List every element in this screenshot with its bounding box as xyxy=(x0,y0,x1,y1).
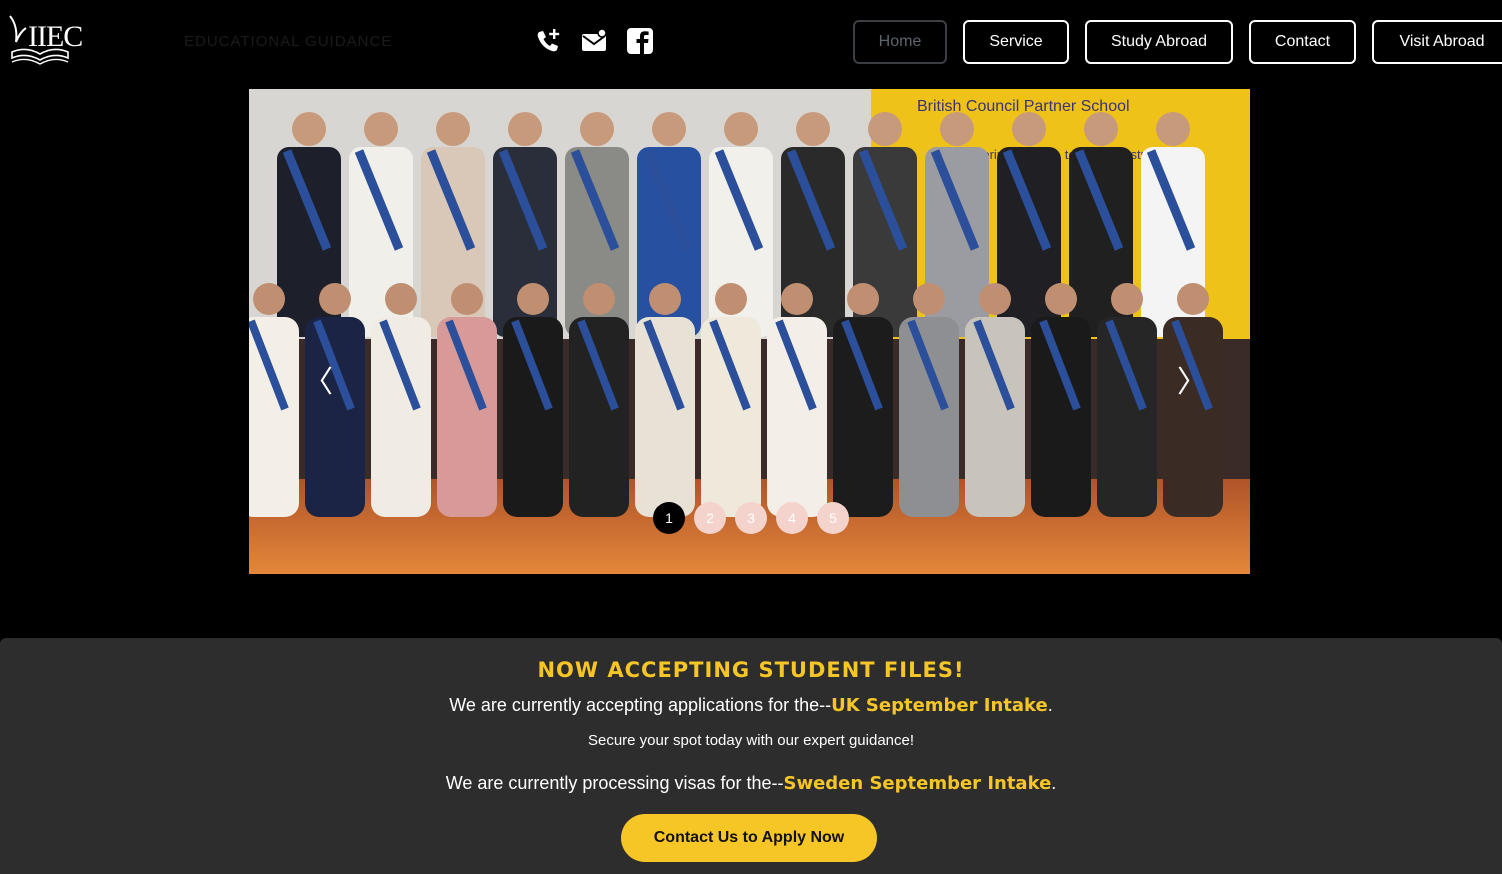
slider-dot-4[interactable]: 4 xyxy=(776,502,808,534)
slider-dot-1[interactable]: 1 xyxy=(653,502,685,534)
contact-icons xyxy=(534,27,654,55)
notice-sweden-intake-highlight: Sweden September Intake xyxy=(783,773,1052,794)
notice-line-uk-prefix: We are currently accepting applications … xyxy=(449,695,832,715)
slider-next-arrow-icon[interactable]: 〉 xyxy=(1177,357,1207,401)
site-tagline: EDUCATIONAL GUIDANCE xyxy=(184,33,393,50)
facebook-icon[interactable] xyxy=(626,27,654,55)
nav-contact-button[interactable]: Contact xyxy=(1249,20,1356,64)
notice-line-sweden-suffix: . xyxy=(1051,773,1057,793)
hero-slider[interactable]: British Council Partner School Empowerin… xyxy=(249,89,1250,574)
phone-plus-icon[interactable] xyxy=(534,27,562,55)
nav-home-button[interactable]: Home xyxy=(853,20,947,64)
intake-notice-panel: NOW ACCEPTING STUDENT FILES! We are curr… xyxy=(0,638,1502,874)
contact-apply-button[interactable]: Contact Us to Apply Now xyxy=(621,814,877,862)
slider-dot-2[interactable]: 2 xyxy=(694,502,726,534)
mail-icon[interactable] xyxy=(580,27,608,55)
notice-title: NOW ACCEPTING STUDENT FILES! xyxy=(537,658,965,682)
slider-dots: 1 2 3 4 5 xyxy=(653,502,849,534)
nav-service-button[interactable]: Service xyxy=(963,20,1069,64)
slider-dot-3[interactable]: 3 xyxy=(735,502,767,534)
main-nav: Home Service Study Abroad Contact Visit … xyxy=(853,20,1502,64)
site-header: IIEC EDUCATIONAL GUIDANCE Home Service S… xyxy=(0,0,1502,86)
notice-line-uk: We are currently accepting applications … xyxy=(0,695,1502,716)
notice-uk-intake-highlight: UK September Intake xyxy=(831,695,1048,716)
notice-line-sweden: We are currently processing visas for th… xyxy=(0,773,1502,794)
notice-line-sweden-prefix: We are currently processing visas for th… xyxy=(445,773,784,793)
logo-text: IIEC xyxy=(28,20,83,53)
slider-dot-5[interactable]: 5 xyxy=(817,502,849,534)
nav-visit-abroad-button[interactable]: Visit Abroad xyxy=(1372,20,1502,64)
notice-line-uk-suffix: . xyxy=(1047,695,1053,715)
nav-study-abroad-button[interactable]: Study Abroad xyxy=(1085,20,1233,64)
slider-prev-arrow-icon[interactable]: 〈 xyxy=(303,357,333,401)
notice-line-secure: Secure your spot today with our expert g… xyxy=(587,732,915,749)
site-logo[interactable]: IIEC xyxy=(6,12,83,68)
